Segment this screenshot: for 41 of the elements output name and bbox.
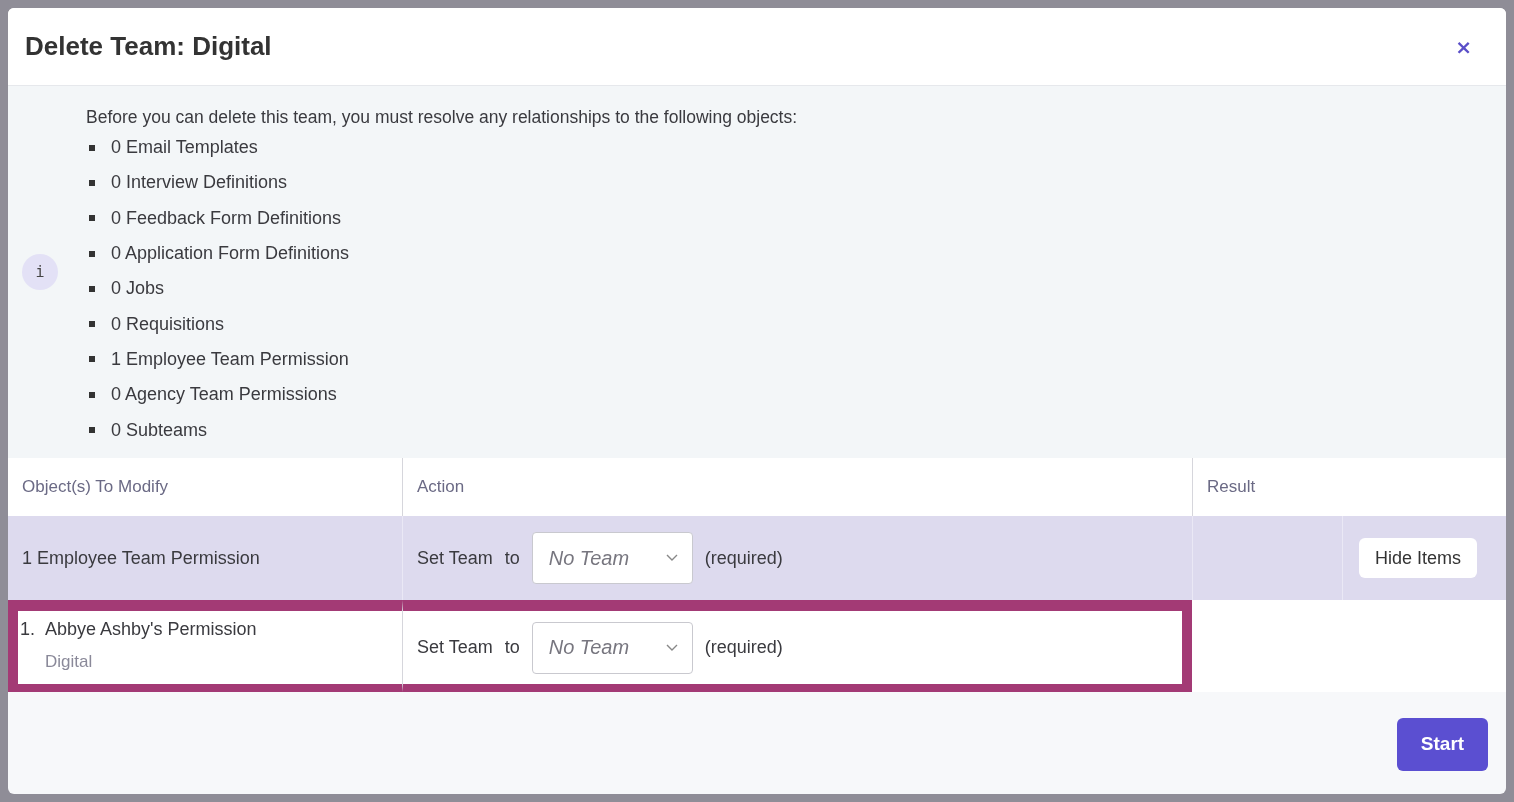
bullet-icon xyxy=(89,427,95,433)
bullet-icon xyxy=(89,321,95,328)
team-select[interactable]: No Team xyxy=(531,532,693,584)
object-count: 0 Feedback Form Definitions xyxy=(111,207,342,229)
table-cell: 1 Employee Team Permission xyxy=(8,516,402,600)
object-count: 0 Application Form Definitions xyxy=(111,243,350,265)
close-button[interactable]: × xyxy=(1449,34,1478,59)
item-number: 1. xyxy=(20,619,35,640)
chevron-icon xyxy=(665,554,678,562)
column-header: Object(s) To Modify xyxy=(22,477,169,497)
hide-items-button[interactable]: Hide Items xyxy=(1359,538,1478,578)
object-count: 0 Interview Definitions xyxy=(111,172,288,194)
bullet-icon xyxy=(89,356,95,363)
team-select[interactable]: No Team xyxy=(531,621,693,674)
column-header: Result xyxy=(1207,477,1256,497)
required-note: (required) xyxy=(704,637,783,658)
bullet-icon xyxy=(89,215,95,222)
bullet-icon xyxy=(89,144,95,151)
object-count: 0 Agency Team Permissions xyxy=(111,384,337,406)
info-icon: i xyxy=(22,254,58,290)
object-count: 0 Email Templates xyxy=(111,137,258,159)
start-button[interactable]: Start xyxy=(1397,717,1488,771)
bullet-icon xyxy=(89,391,95,398)
chevron-icon xyxy=(665,643,678,652)
bullet-icon xyxy=(89,250,95,257)
dialog-title: Delete Team: Digital xyxy=(25,31,272,62)
notice-text: Before you can delete this team, you must resolve any relationships to the following objects: xyxy=(86,106,798,129)
bullet-icon xyxy=(89,179,95,186)
action-label: to xyxy=(504,547,520,569)
item-team: Digital xyxy=(45,652,94,672)
object-count: 0 Subteams xyxy=(111,419,208,441)
item-name: Abbye Ashby's Permission xyxy=(45,619,257,640)
object-count: 1 Employee Team Permission xyxy=(111,348,349,370)
action-label: Set Team xyxy=(417,547,493,569)
object-count: 0 Jobs xyxy=(111,278,165,300)
action-label: to xyxy=(504,637,520,658)
column-header: Action xyxy=(417,477,465,497)
bullet-icon xyxy=(89,285,95,292)
required-note: (required) xyxy=(704,547,783,569)
action-label: Set Team xyxy=(417,637,493,658)
object-count: 0 Requisitions xyxy=(111,313,225,335)
